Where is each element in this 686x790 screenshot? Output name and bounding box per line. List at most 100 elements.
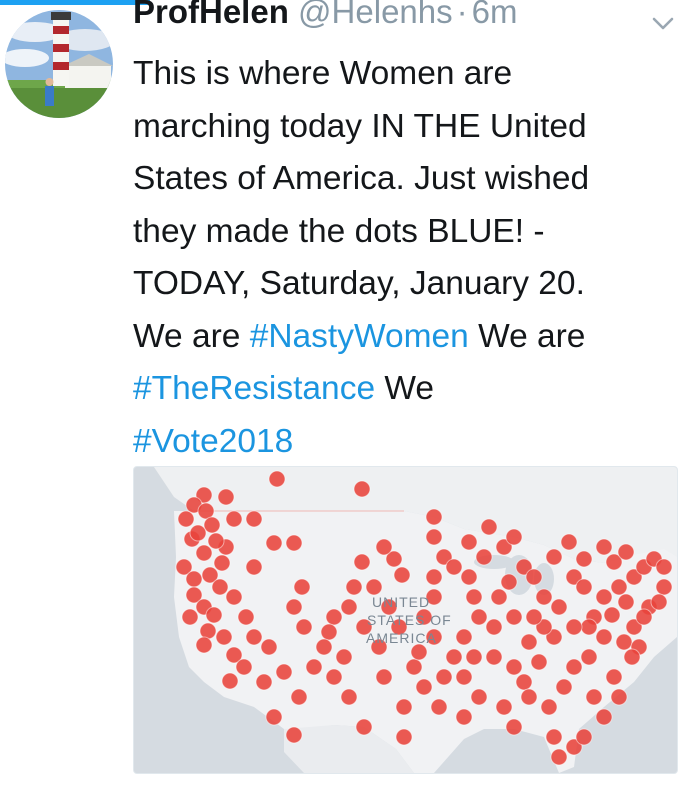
tweet-text: This is where Women are marching today I… (133, 48, 681, 468)
march-location-dot (635, 608, 653, 626)
march-location-dot (623, 648, 641, 666)
march-location-dot (225, 510, 243, 528)
march-location-dot (211, 578, 229, 596)
map-label: AMERICA (366, 630, 437, 646)
march-location-dot (485, 648, 503, 666)
march-location-dot (320, 623, 338, 641)
march-location-dot (500, 573, 518, 591)
march-location-dot (575, 728, 593, 746)
tweet-media-map[interactable]: UNITED STATES OF AMERICA (133, 466, 678, 774)
march-location-dot (375, 538, 393, 556)
hashtag-vote2018[interactable]: #Vote2018 (133, 423, 293, 460)
march-location-dot (285, 598, 303, 616)
march-location-dot (575, 550, 593, 568)
march-location-dot (495, 698, 513, 716)
tweet-line: marching today IN THE United (133, 107, 587, 145)
march-location-dot (530, 653, 548, 671)
march-location-dot (485, 618, 503, 636)
march-location-dot (189, 524, 207, 542)
march-location-dot (505, 608, 523, 626)
march-location-dot (605, 668, 623, 686)
march-location-dot (290, 688, 308, 706)
march-location-dot (580, 648, 598, 666)
display-name[interactable]: ProfHelen (133, 0, 289, 30)
march-location-dot (340, 598, 358, 616)
march-location-dot (470, 608, 488, 626)
march-location-dot (393, 566, 411, 584)
march-location-dot (275, 663, 293, 681)
march-location-dot (540, 698, 558, 716)
march-location-dot (245, 558, 263, 576)
march-location-dot (603, 606, 621, 624)
march-location-dot (555, 678, 573, 696)
hashtag-theresistance[interactable]: #TheResistance (133, 370, 375, 407)
march-location-dot (565, 618, 583, 636)
avatar[interactable] (5, 10, 113, 118)
march-location-dot (465, 588, 483, 606)
chevron-down-icon[interactable] (651, 15, 675, 33)
march-location-dot (268, 470, 286, 488)
march-location-dot (455, 628, 473, 646)
march-location-dot (225, 588, 243, 606)
map-label: UNITED (372, 594, 431, 610)
march-location-dot (470, 688, 488, 706)
march-location-dot (265, 534, 283, 552)
hashtag-nastywomen[interactable]: #NastyWomen (250, 318, 469, 355)
tweet-line: TODAY, Saturday, January 20. (133, 265, 585, 302)
header-separator: · (456, 0, 468, 30)
march-location-dot (285, 726, 303, 744)
march-location-dot (480, 518, 498, 536)
march-location-dot (293, 578, 311, 596)
march-location-dot (455, 668, 473, 686)
tweet-line: they made the dots BLUE! - (133, 212, 545, 250)
march-location-dot (199, 622, 217, 640)
march-location-dot (345, 578, 363, 596)
timestamp[interactable]: 6m (472, 0, 518, 30)
march-location-dot (410, 643, 428, 661)
march-location-dot (615, 633, 633, 651)
march-location-dot (580, 618, 598, 636)
tweet-header: ProfHelen @Helenhs · 6m (133, 0, 517, 34)
march-location-dot (181, 608, 199, 626)
march-location-dot (655, 578, 673, 596)
march-location-dot (195, 636, 213, 654)
march-location-dot (335, 648, 353, 666)
march-location-dot (455, 708, 473, 726)
march-location-dot (490, 588, 508, 606)
march-location-dot (265, 708, 283, 726)
march-location-dot (325, 608, 343, 626)
march-location-dot (525, 608, 543, 626)
march-location-dot (260, 638, 278, 656)
march-location-dot (203, 516, 221, 534)
march-location-dot (425, 508, 443, 526)
march-location-dot (305, 658, 323, 676)
march-location-dot (515, 673, 533, 691)
march-location-dot (655, 558, 673, 576)
user-handle[interactable]: @Helenhs (298, 0, 453, 30)
march-location-dot (565, 658, 583, 676)
march-location-dot (505, 658, 523, 676)
march-location-dot (255, 673, 273, 691)
tweet-text-fragment: We are (133, 317, 250, 355)
march-location-dot (505, 718, 523, 736)
march-location-dot (340, 688, 358, 706)
march-location-dot (355, 718, 373, 736)
march-location-dot (395, 698, 413, 716)
march-location-dot (595, 588, 613, 606)
march-location-dot (560, 533, 578, 551)
march-location-dot (221, 672, 239, 690)
march-location-dot (550, 748, 568, 766)
march-location-dot (237, 608, 255, 626)
march-location-dot (235, 658, 253, 676)
march-location-dot (465, 648, 483, 666)
march-location-dot (650, 593, 668, 611)
tweet-line: This is where Women are (133, 55, 513, 92)
march-location-dot (415, 678, 433, 696)
march-location-dot (520, 688, 538, 706)
march-location-dot (425, 568, 443, 586)
march-location-dot (595, 628, 613, 646)
march-location-dot (285, 534, 303, 552)
march-location-dot (610, 578, 628, 596)
march-location-dot (520, 633, 538, 651)
march-location-dot (535, 588, 553, 606)
